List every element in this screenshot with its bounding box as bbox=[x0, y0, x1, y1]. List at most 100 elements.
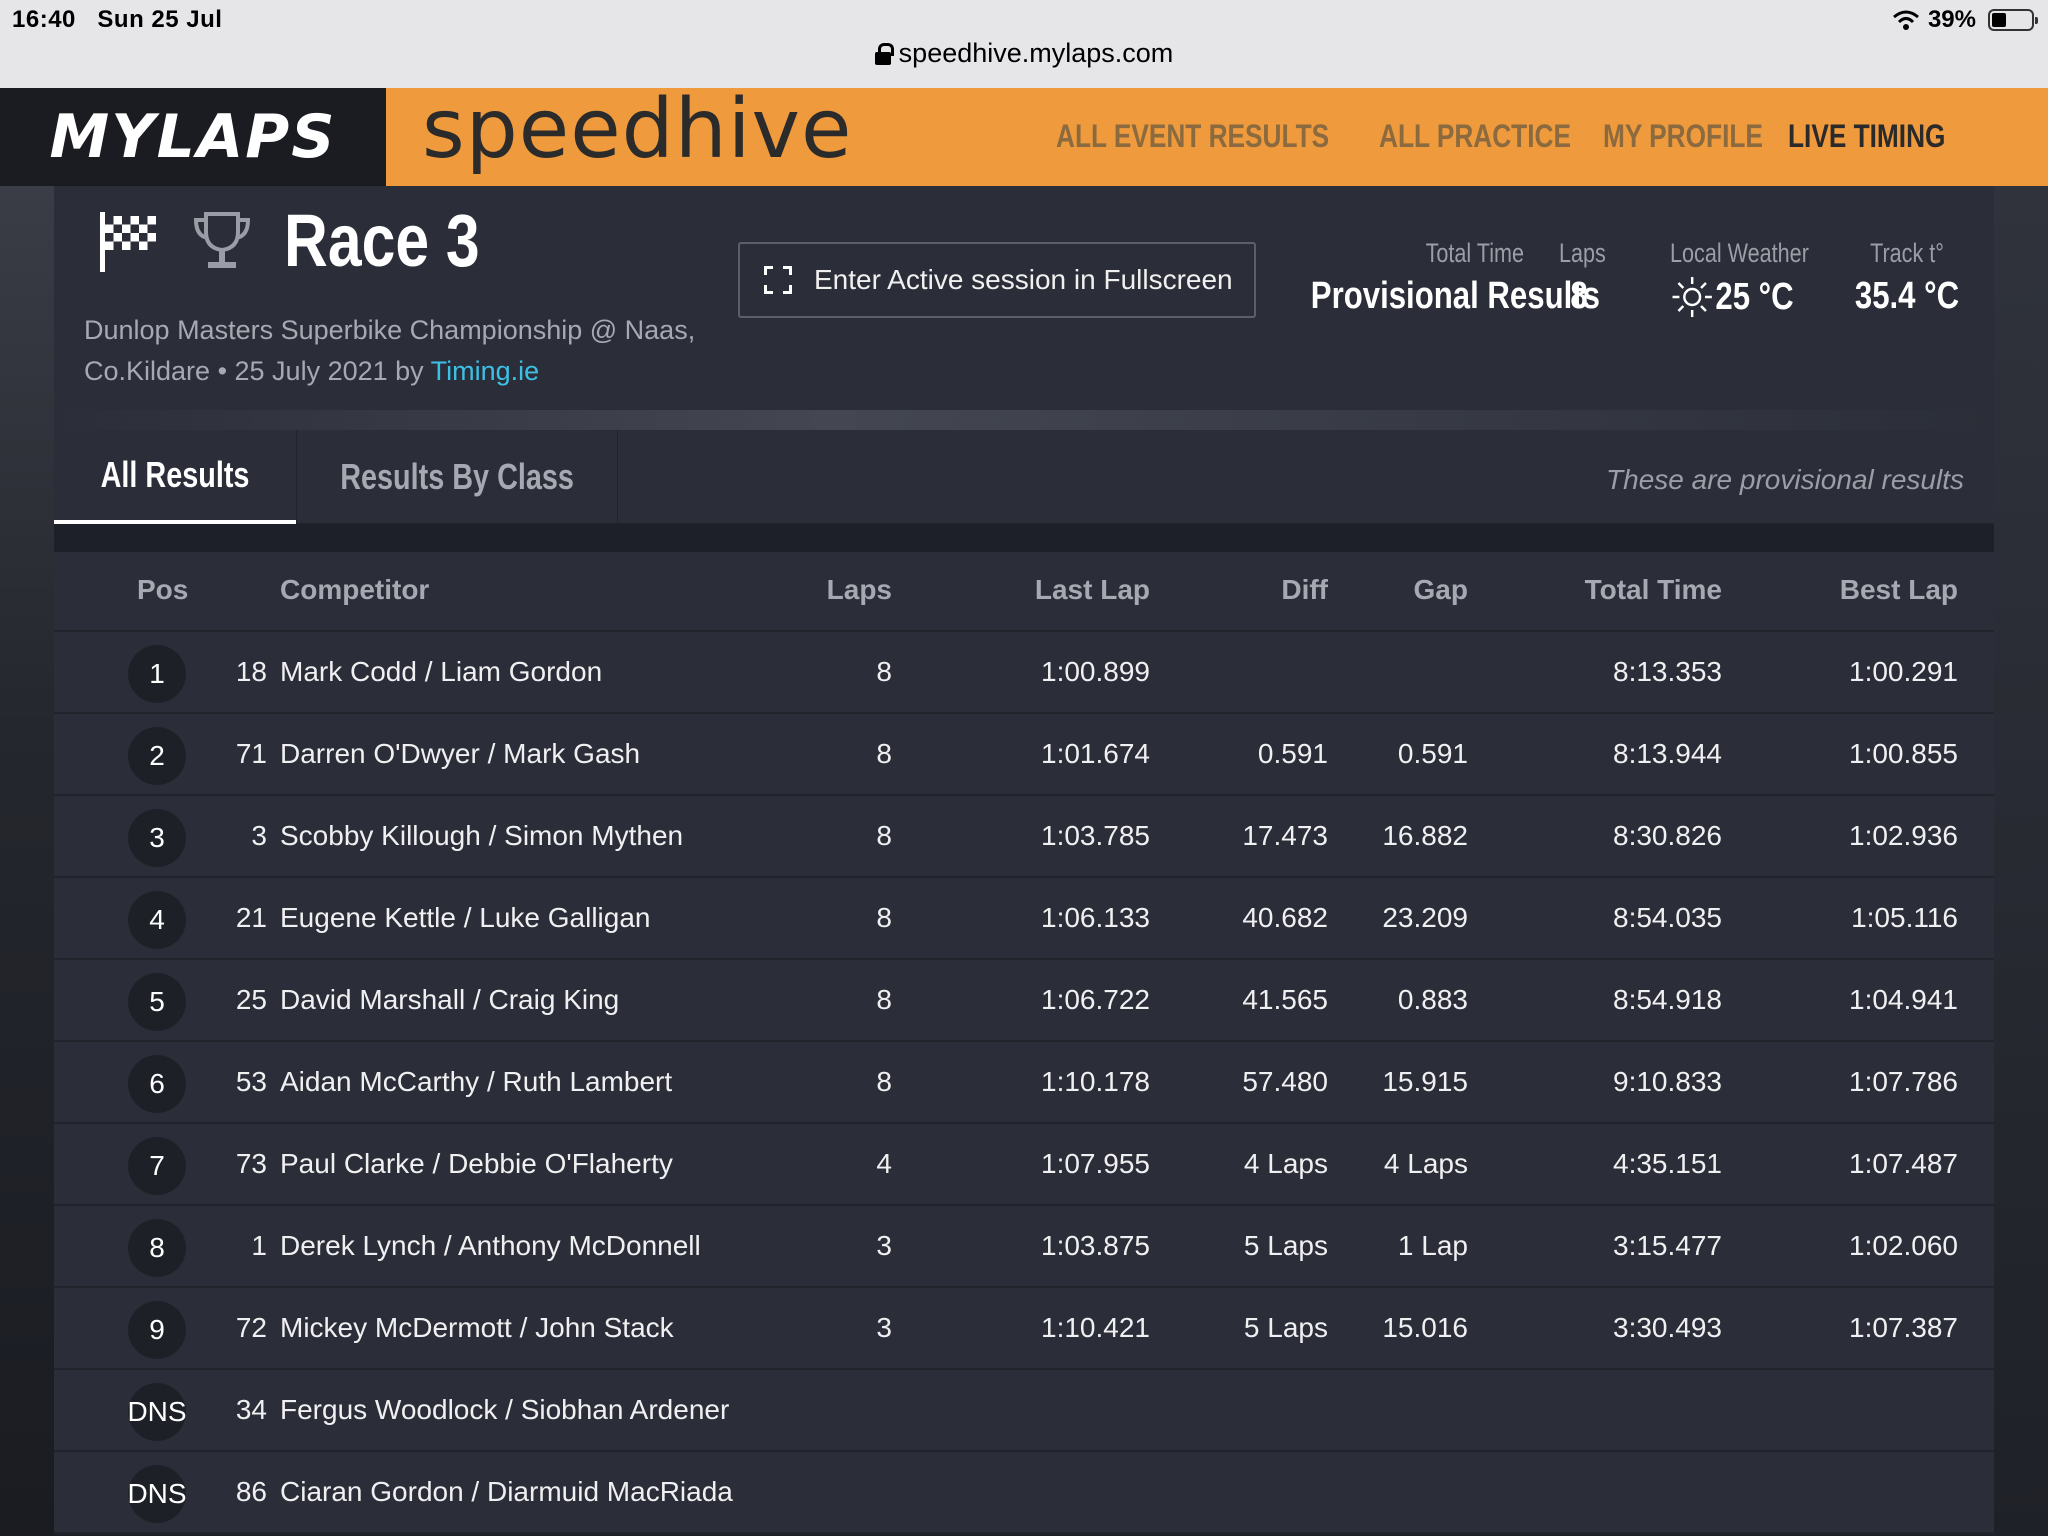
cell-gap: 15.016 bbox=[1382, 1312, 1468, 1343]
cell-number: 21 bbox=[235, 902, 267, 933]
nav-live-timing[interactable]: LIVE TIMING bbox=[1788, 118, 1945, 155]
cell-best-lap: 1:00.855 bbox=[1849, 738, 1958, 769]
cell-gap: 1 Lap bbox=[1397, 1230, 1468, 1261]
table-row[interactable]: 7 73 Paul Clarke / Debbie O'Flaherty 4 1:07.… bbox=[54, 1124, 1994, 1206]
tab-results-by-class[interactable]: Results By Class bbox=[296, 430, 618, 524]
cell-diff: 57.480 bbox=[1242, 1066, 1328, 1097]
header-pos[interactable]: Pos bbox=[137, 574, 188, 606]
cell-best-lap: 1:02.936 bbox=[1849, 820, 1958, 851]
cell-best-lap: 1:07.487 bbox=[1849, 1148, 1958, 1179]
table-row[interactable]: 5 25 David Marshall / Craig King 8 1:06.722 4… bbox=[54, 960, 1994, 1042]
cell-gap: 16.882 bbox=[1382, 820, 1468, 851]
cell-laps: 8 bbox=[876, 1066, 892, 1097]
battery-percent: 39% bbox=[1927, 6, 1976, 33]
url-text: speedhive.mylaps.com bbox=[898, 38, 1174, 68]
table-row[interactable]: 4 21 Eugene Kettle / Luke Galligan 8 1:06.13… bbox=[54, 878, 1994, 960]
provisional-note: These are provisional results bbox=[1606, 464, 1964, 495]
ios-status-bar: 16:40 Sun 25 Jul 39% speedhive.mylaps.co… bbox=[0, 0, 2048, 88]
header-gap[interactable]: Gap bbox=[1414, 574, 1468, 606]
status-indicators: 39% bbox=[1892, 6, 2038, 34]
position-badge: 6 bbox=[128, 1055, 186, 1113]
cell-last-lap: 1:01.674 bbox=[1041, 738, 1150, 769]
trophy-icon bbox=[193, 212, 251, 268]
event-description: Dunlop Masters Superbike Championship @ … bbox=[84, 315, 696, 386]
cell-number: 18 bbox=[235, 656, 267, 687]
header-total-time[interactable]: Total Time bbox=[1585, 574, 1722, 606]
speedhive-logo[interactable]: speedhive bbox=[422, 82, 852, 177]
battery-icon bbox=[1988, 9, 2038, 31]
cell-last-lap: 1:10.178 bbox=[1041, 1066, 1150, 1097]
cell-diff: 5 Laps bbox=[1243, 1230, 1328, 1261]
stat-laps: Laps 8 bbox=[1559, 238, 1606, 317]
header-last-lap[interactable]: Last Lap bbox=[1035, 574, 1150, 606]
background-right bbox=[1994, 186, 2048, 1536]
table-row[interactable]: 2 71 Darren O'Dwyer / Mark Gash 8 1:01.674 0.… bbox=[54, 714, 1994, 796]
cell-competitor: Scobby Killough / Simon Mythen bbox=[280, 820, 684, 851]
cell-number: 34 bbox=[235, 1394, 267, 1425]
header-photo-strip bbox=[54, 410, 1994, 430]
cell-laps: 8 bbox=[876, 984, 892, 1015]
nav-my-profile[interactable]: MY PROFILE bbox=[1603, 118, 1763, 155]
main-menu: ALL EVENT RESULTS ALL PRACTICE MY PROFIL… bbox=[1056, 118, 1946, 155]
table-body: 1 18 Mark Codd / Liam Gordon 8 1:00.899 8:13.… bbox=[54, 632, 1994, 1534]
address-bar[interactable]: speedhive.mylaps.com bbox=[0, 38, 2048, 69]
cell-last-lap: 1:03.785 bbox=[1041, 820, 1150, 851]
position-badge: DNS bbox=[127, 1465, 187, 1523]
position-badge: 7 bbox=[128, 1137, 186, 1195]
cell-last-lap: 1:10.421 bbox=[1041, 1312, 1150, 1343]
cell-competitor: Darren O'Dwyer / Mark Gash bbox=[280, 738, 641, 769]
header-competitor[interactable]: Competitor bbox=[280, 574, 429, 606]
cell-total-time: 4:35.151 bbox=[1613, 1148, 1722, 1179]
mylaps-logo[interactable]: MYLAPS bbox=[0, 88, 386, 186]
header-best-lap[interactable]: Best Lap bbox=[1840, 574, 1958, 606]
nav-all-practice[interactable]: ALL PRACTICE bbox=[1379, 118, 1571, 155]
stat-total-time: Total Time Provisional Results bbox=[1310, 238, 1600, 317]
tab-all-results[interactable]: All Results bbox=[54, 430, 296, 524]
stat-weather: Local Weather 25 °C bbox=[1670, 238, 1809, 318]
cell-competitor: Eugene Kettle / Luke Galligan bbox=[280, 902, 651, 933]
cell-best-lap: 1:02.060 bbox=[1849, 1230, 1958, 1261]
cell-competitor: Mark Codd / Liam Gordon bbox=[280, 656, 603, 687]
sun-icon bbox=[1672, 277, 1713, 317]
cell-diff: 41.565 bbox=[1242, 984, 1328, 1015]
speedhive-bar: speedhive ALL EVENT RESULTS ALL PRACTICE… bbox=[386, 82, 2048, 186]
cell-laps: 4 bbox=[876, 1148, 892, 1179]
cell-competitor: Fergus Woodlock / Siobhan Ardener bbox=[280, 1394, 730, 1425]
cell-last-lap: 1:06.722 bbox=[1041, 984, 1150, 1015]
cell-number: 72 bbox=[235, 1312, 267, 1343]
organizer-link[interactable]: Timing.ie bbox=[431, 356, 540, 386]
cell-last-lap: 1:06.133 bbox=[1041, 902, 1150, 933]
cell-number: 71 bbox=[235, 738, 267, 769]
cell-last-lap: 1:03.875 bbox=[1041, 1230, 1150, 1261]
cell-laps: 8 bbox=[876, 656, 892, 687]
position-badge: 3 bbox=[128, 809, 186, 867]
cell-number: 73 bbox=[235, 1148, 267, 1179]
cell-gap: 0.883 bbox=[1397, 984, 1468, 1015]
cell-laps: 8 bbox=[876, 820, 892, 851]
table-row[interactable]: 9 72 Mickey McDermott / John Stack 3 1:10.42… bbox=[54, 1288, 1994, 1370]
table-row[interactable]: DNS 34 Fergus Woodlock / Siobhan Ardener bbox=[54, 1370, 1994, 1452]
nav-all-event-results[interactable]: ALL EVENT RESULTS bbox=[1056, 118, 1329, 155]
table-row[interactable]: 8 1 Derek Lynch / Anthony McDonnell 3 1:03.8… bbox=[54, 1206, 1994, 1288]
position-badge: 2 bbox=[128, 727, 186, 785]
table-row[interactable]: 3 3 Scobby Killough / Simon Mythen 8 1:03.78… bbox=[54, 796, 1994, 878]
header-laps[interactable]: Laps bbox=[827, 574, 892, 606]
wifi-icon bbox=[1892, 10, 1919, 30]
race-title: Race 3 bbox=[284, 199, 480, 282]
table-row[interactable]: 6 53 Aidan McCarthy / Ruth Lambert 8 1:10.17… bbox=[54, 1042, 1994, 1124]
cell-number: 86 bbox=[235, 1476, 267, 1507]
position-badge: 9 bbox=[128, 1301, 186, 1359]
cell-best-lap: 1:07.387 bbox=[1849, 1312, 1958, 1343]
cell-best-lap: 1:07.786 bbox=[1849, 1066, 1958, 1097]
cell-total-time: 8:13.944 bbox=[1613, 738, 1722, 769]
cell-gap: 0.591 bbox=[1397, 738, 1468, 769]
cell-best-lap: 1:04.941 bbox=[1849, 984, 1958, 1015]
cell-best-lap: 1:05.116 bbox=[1851, 902, 1958, 933]
cell-number: 3 bbox=[251, 820, 267, 851]
table-row[interactable]: 1 18 Mark Codd / Liam Gordon 8 1:00.899 8:13.… bbox=[54, 632, 1994, 714]
header-diff[interactable]: Diff bbox=[1281, 574, 1328, 606]
table-row[interactable]: DNS 86 Ciaran Gordon / Diarmuid MacRiada bbox=[54, 1452, 1994, 1534]
cell-total-time: 8:30.826 bbox=[1613, 820, 1722, 851]
fullscreen-button[interactable]: Enter Active session in Fullscreen bbox=[738, 242, 1256, 318]
cell-diff: 40.682 bbox=[1242, 902, 1328, 933]
